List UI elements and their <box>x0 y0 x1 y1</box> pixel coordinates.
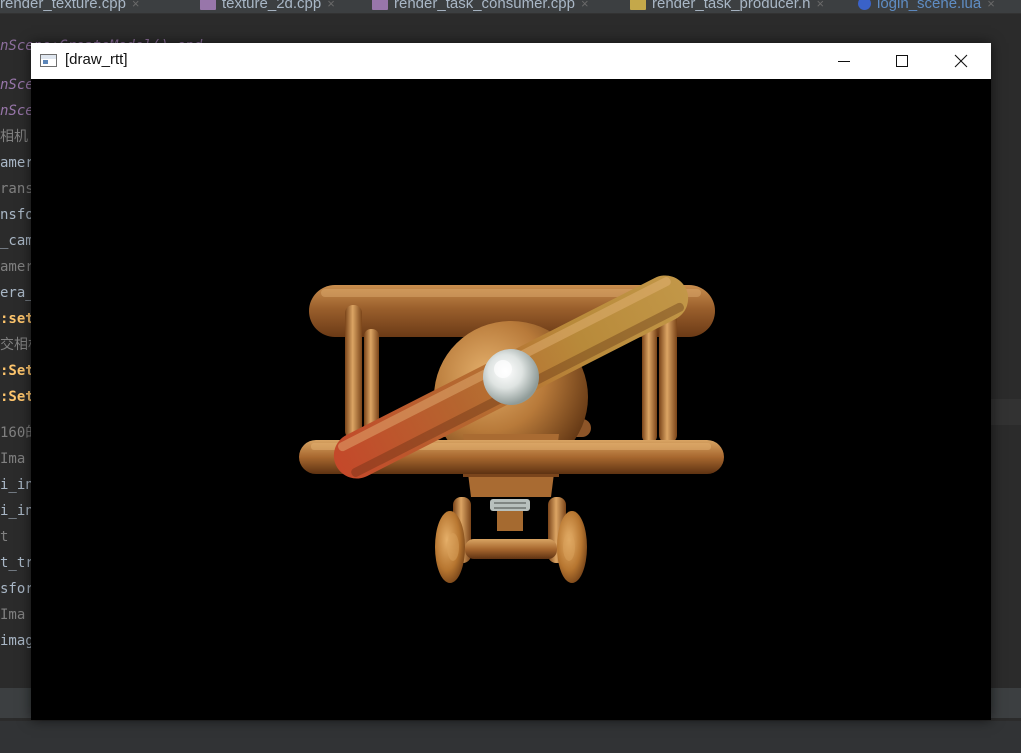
code-line: i_in <box>0 503 34 519</box>
ide-tab-label: render_texture.cpp <box>0 0 126 12</box>
code-line: Ima <box>0 451 26 467</box>
minimize-button[interactable] <box>815 43 873 79</box>
code-line: nsfo <box>0 207 34 223</box>
close-button[interactable] <box>932 43 990 79</box>
ide-tab-label: render_task_consumer.cpp <box>394 0 575 12</box>
code-line: imag <box>0 633 34 649</box>
file-icon <box>630 0 646 10</box>
code-line: amer <box>0 155 34 171</box>
code-line: :set <box>0 311 34 327</box>
code-line: 相机 <box>0 129 28 145</box>
biplane-render <box>299 275 724 583</box>
code-line: i_in <box>0 477 34 493</box>
file-icon <box>858 0 871 10</box>
ide-tab[interactable]: texture_2d.cpp × <box>200 0 335 13</box>
ide-tab-label: render_task_producer.h <box>652 0 811 12</box>
code-line: t_tr <box>0 555 34 571</box>
file-icon <box>372 0 388 10</box>
ide-tab[interactable]: render_task_consumer.cpp × <box>372 0 589 13</box>
ide-tab[interactable]: login_scene.lua × <box>858 0 995 13</box>
close-icon <box>954 54 968 68</box>
code-line: :Set <box>0 389 34 405</box>
code-line: sfor <box>0 581 34 597</box>
code-line: :Set <box>0 363 34 379</box>
ide-tab[interactable]: render_task_producer.h × <box>630 0 824 13</box>
close-tab-icon[interactable]: × <box>327 0 335 11</box>
code-line: era_ <box>0 285 34 301</box>
render-viewport[interactable] <box>31 79 991 720</box>
window-titlebar[interactable]: [draw_rtt] <box>31 43 991 79</box>
close-tab-icon[interactable]: × <box>581 0 589 11</box>
maximize-button[interactable] <box>873 43 931 79</box>
close-tab-icon[interactable]: × <box>987 0 995 11</box>
code-line: t <box>0 529 9 545</box>
maximize-icon <box>896 55 908 67</box>
strut-left <box>345 305 362 439</box>
minimize-icon <box>838 61 850 62</box>
code-line: nSce <box>0 77 34 93</box>
code-line: Ima <box>0 607 26 623</box>
file-icon <box>200 0 216 10</box>
window-title: [draw_rtt] <box>65 51 128 68</box>
ide-tab[interactable]: render_texture.cpp × <box>0 0 140 13</box>
window-app-icon <box>40 54 57 67</box>
ide-tab-label: texture_2d.cpp <box>222 0 322 12</box>
current-line-highlight <box>990 399 1021 425</box>
draw-rtt-window[interactable]: [draw_rtt] <box>31 43 991 720</box>
ide-status-bar <box>0 720 1021 753</box>
ide-tab-bar: render_texture.cpp × texture_2d.cpp × render… <box>0 0 1021 14</box>
code-line: _cam <box>0 233 34 249</box>
ide-tab-label: login_scene.lua <box>877 0 982 12</box>
strut-right <box>659 307 677 443</box>
close-tab-icon[interactable]: × <box>132 0 140 11</box>
landing-gear-axle <box>465 539 557 559</box>
propeller-spinner <box>483 349 539 405</box>
code-line: nSce <box>0 103 34 119</box>
close-tab-icon[interactable]: × <box>816 0 824 11</box>
